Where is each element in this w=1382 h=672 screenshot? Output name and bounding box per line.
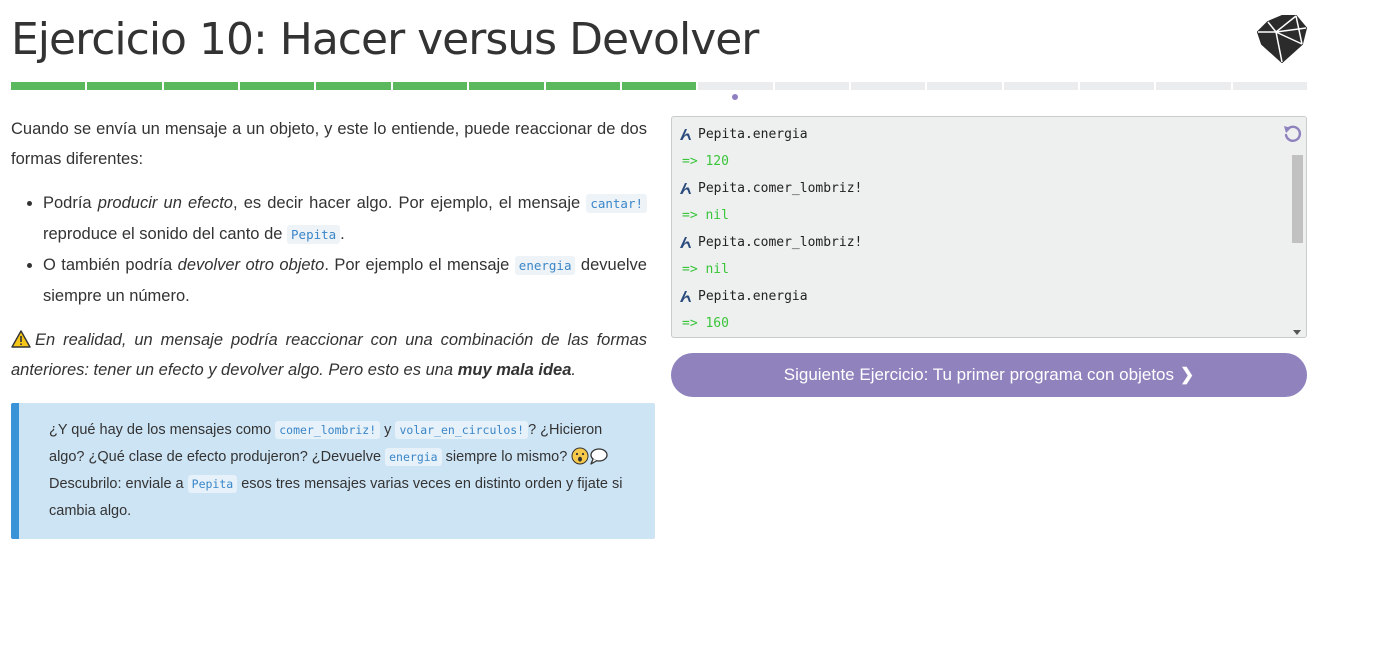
list-item: Podría producir un efecto, es decir hace… [43,188,647,250]
progress-segment[interactable] [621,82,697,90]
ruby-gem-icon [1257,15,1307,63]
list-item: O también podría devolver otro objeto. P… [43,250,647,311]
hint-box: ¿Y qué hay de los mensajes como comer_lo… [11,403,655,539]
warning-paragraph: En realidad, un mensaje podría reacciona… [11,330,647,379]
progress-segment[interactable] [11,82,86,90]
progress-segment[interactable] [469,82,544,90]
progress-segment[interactable] [1232,82,1308,90]
surprised-face-icon [571,447,589,465]
next-exercise-label: Siguiente Ejercicio: Tu primer programa … [783,365,1174,384]
progress-segment[interactable] [1156,82,1231,90]
console-output-line: => 160 [682,316,729,331]
mumuki-prompt-icon [678,232,698,259]
console-output-line: => nil [682,208,729,223]
progress-segment[interactable] [698,82,773,90]
progress-segment[interactable] [1080,82,1155,90]
mumuki-prompt-icon [678,178,698,205]
progress-segment[interactable] [545,82,620,90]
code-energia: energia [514,256,576,275]
chevron-right-icon: ❯ [1180,365,1195,384]
progress-segment[interactable] [240,82,315,90]
code-comer-lombriz: comer_lombriz! [275,421,381,439]
reaction-list: Podría producir un efecto, es decir hace… [11,188,647,311]
code-pepita: Pepita [187,475,238,493]
progress-segment[interactable] [392,82,468,90]
console-lines: Pepita.energia => 120 Pepita.comer_lombriz… [678,121,862,337]
current-exercise-indicator [732,94,738,100]
warning-icon [11,330,31,348]
mumuki-prompt-icon [678,286,698,313]
console-panel[interactable]: Pepita.energia => 120 Pepita.comer_lombriz… [671,116,1307,338]
code-cantar: cantar! [586,194,647,213]
mumuki-prompt-icon [678,124,698,151]
scrollbar-thumb[interactable] [1292,155,1303,243]
exercise-progress-bar [11,82,1308,90]
code-volar-en-circulos: volar_en_circulos! [395,421,529,439]
progress-segment[interactable] [927,82,1002,90]
console-input-line: Pepita.comer_lombriz! [678,229,862,256]
speech-bubble-icon [590,448,608,465]
console-input-line: Pepita.comer_lombriz! [678,175,862,202]
code-pepita: Pepita [287,225,341,244]
intro-paragraph: Cuando se envía un mensaje a un objeto, … [11,120,647,168]
code-energia: energia [385,448,442,466]
console-input-line: Pepita.energia [678,121,862,148]
console-output-line: => nil [682,262,729,277]
next-exercise-button[interactable]: Siguiente Ejercicio: Tu primer programa … [671,353,1307,397]
progress-segment[interactable] [1003,82,1079,90]
progress-segment[interactable] [316,82,391,90]
progress-segment[interactable] [850,82,926,90]
progress-segment[interactable] [774,82,849,90]
console-input-line: Pepita.energia [678,283,862,310]
progress-segment[interactable] [87,82,162,90]
console-output-line: => 120 [682,154,729,169]
scroll-down-arrow[interactable] [1293,330,1301,335]
page-title: Ejercicio 10: Hacer versus Devolver [11,14,759,65]
console-scrollbar[interactable] [1290,151,1304,337]
exercise-description: Cuando se envía un mensaje a un objeto, … [11,114,655,539]
reset-icon[interactable] [1282,123,1302,143]
progress-segment[interactable] [163,82,239,90]
